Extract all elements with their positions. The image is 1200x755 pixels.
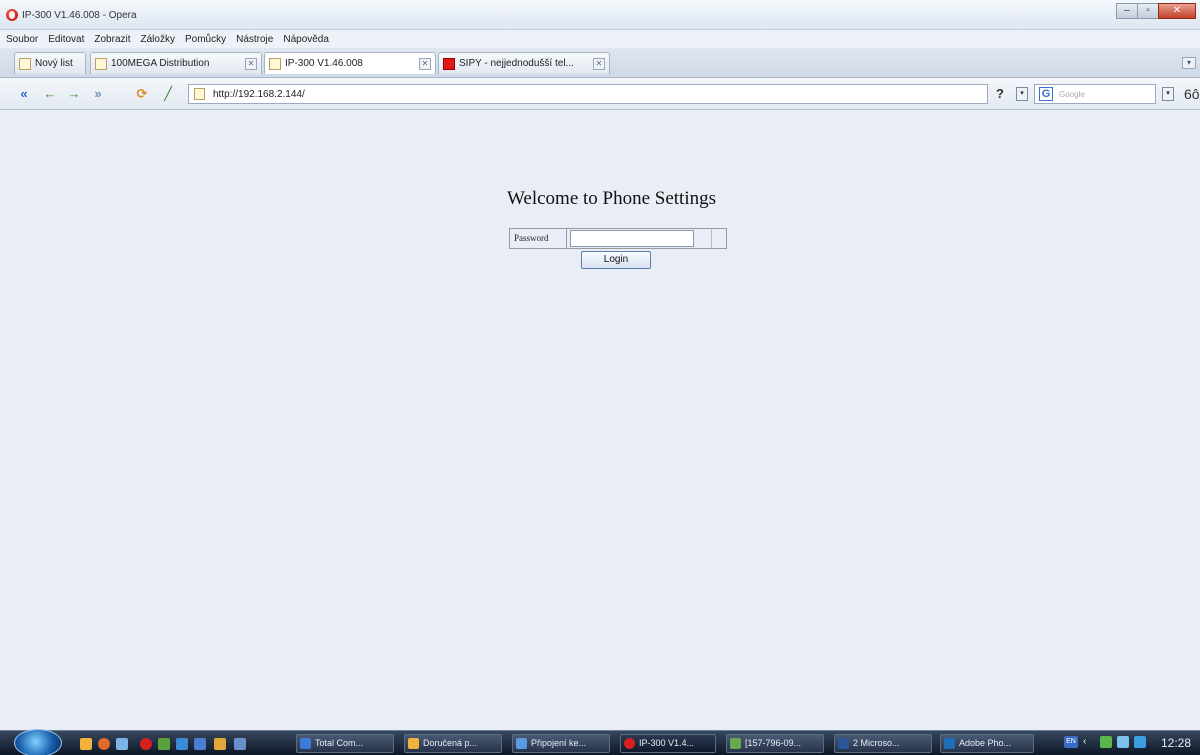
password-field[interactable]	[570, 230, 694, 247]
fast-forward-icon[interactable]: »	[90, 86, 106, 102]
menu-bar: Soubor Editovat Zobrazit Záložky Pomůcky…	[0, 30, 1200, 48]
tab-new-page[interactable]: Nový list	[14, 52, 86, 74]
chevron-left-icon[interactable]: ‹	[1083, 736, 1095, 748]
search-placeholder: Google	[1059, 90, 1085, 99]
back-icon[interactable]: ←	[42, 86, 58, 102]
quicklaunch-icon[interactable]	[98, 738, 110, 750]
opera-icon	[624, 738, 635, 749]
mail-icon	[408, 738, 419, 749]
page-content: Welcome to Phone Settings Password Login	[0, 110, 1200, 730]
sipy-favicon	[443, 57, 455, 70]
network-icon	[516, 738, 527, 749]
volume-icon[interactable]	[1117, 736, 1129, 748]
reload-icon[interactable]: ⟳	[134, 86, 150, 102]
taskbar-item-label: Doručená p...	[423, 738, 478, 748]
quicklaunch-icon[interactable]	[176, 738, 188, 750]
menu-file[interactable]: Soubor	[6, 34, 38, 45]
quicklaunch-icon[interactable]	[80, 738, 92, 750]
total-commander-icon	[300, 738, 311, 749]
close-tab-icon[interactable]: ✕	[593, 58, 605, 70]
taskbar-item[interactable]: [157-796-09...	[726, 734, 824, 753]
help-icon[interactable]: ?	[996, 86, 1004, 101]
taskbar: Total Com... Doručená p... Připojení ke.…	[0, 729, 1200, 755]
search-dropdown-icon[interactable]: ▾	[1162, 87, 1174, 101]
tray-app-icon[interactable]	[1134, 736, 1146, 748]
taskbar-item-label: [157-796-09...	[745, 738, 802, 748]
quicklaunch-icon[interactable]	[140, 738, 152, 750]
google-search-icon: G	[1039, 87, 1053, 101]
tab-label: IP-300 V1.46.008	[285, 58, 363, 69]
taskbar-item[interactable]: Připojení ke...	[512, 734, 610, 753]
zoom-icon[interactable]: 6ô	[1184, 86, 1200, 102]
close-tab-icon[interactable]: ✕	[245, 58, 257, 70]
empty-cell	[712, 229, 726, 248]
menu-widgets[interactable]: Pomůcky	[185, 34, 226, 45]
page-title: Welcome to Phone Settings	[506, 188, 717, 209]
system-tray: EN ‹	[1064, 736, 1151, 748]
tab-100mega[interactable]: 100MEGA Distribution ✕	[90, 52, 262, 74]
chat-icon	[730, 738, 741, 749]
network-tray-icon[interactable]	[1100, 736, 1112, 748]
quicklaunch-icon[interactable]	[116, 738, 128, 750]
tab-ip300[interactable]: IP-300 V1.46.008 ✕	[264, 52, 436, 74]
menu-edit[interactable]: Editovat	[48, 34, 84, 45]
clock[interactable]: 12:28	[1161, 736, 1191, 750]
url-text[interactable]: http://192.168.2.144/	[213, 89, 305, 100]
language-indicator[interactable]: EN	[1064, 736, 1078, 748]
taskbar-item-label: Adobe Pho...	[959, 738, 1012, 748]
quicklaunch-icon[interactable]	[158, 738, 170, 750]
edit-pen-icon[interactable]: ╱	[160, 86, 176, 102]
window-controls: – ▫ ✕	[1116, 3, 1196, 19]
tab-label: 100MEGA Distribution	[111, 58, 210, 69]
rewind-icon[interactable]: «	[16, 86, 32, 102]
tab-sipy[interactable]: SIPY - nejjednodušší tel... ✕	[438, 52, 610, 74]
menu-tools[interactable]: Nástroje	[236, 34, 273, 45]
taskbar-item[interactable]: 2 Microso...	[834, 734, 932, 753]
new-page-icon	[19, 57, 31, 70]
menu-view[interactable]: Zobrazit	[94, 34, 130, 45]
window-title: IP-300 V1.46.008 - Opera	[22, 10, 137, 21]
tab-menu-icon[interactable]: ▾	[1182, 57, 1196, 69]
close-window-button[interactable]: ✕	[1158, 3, 1196, 19]
word-icon	[838, 738, 849, 749]
close-tab-icon[interactable]: ✕	[419, 58, 431, 70]
title-bar: IP-300 V1.46.008 - Opera – ▫ ✕	[0, 0, 1200, 30]
taskbar-item[interactable]: Total Com...	[296, 734, 394, 753]
menu-bookmarks[interactable]: Záložky	[141, 34, 175, 45]
tab-bar: Nový list 100MEGA Distribution ✕ IP-300 …	[0, 48, 1200, 78]
page-icon	[269, 57, 281, 70]
minimize-button[interactable]: –	[1116, 3, 1138, 19]
menu-help[interactable]: Nápověda	[283, 34, 329, 45]
taskbar-item-active[interactable]: IP-300 V1.4...	[620, 734, 716, 753]
start-button[interactable]	[14, 729, 62, 755]
password-cell	[567, 229, 712, 248]
photoshop-icon	[944, 738, 955, 749]
taskbar-item[interactable]: Doručená p...	[404, 734, 502, 753]
taskbar-item[interactable]: Adobe Pho...	[940, 734, 1034, 753]
opera-logo-icon	[6, 9, 18, 21]
quicklaunch-icon[interactable]	[194, 738, 206, 750]
taskbar-item-label: Připojení ke...	[531, 738, 587, 748]
taskbar-item-label: 2 Microso...	[853, 738, 900, 748]
maximize-button[interactable]: ▫	[1137, 3, 1159, 19]
login-button[interactable]: Login	[581, 251, 651, 269]
login-form: Password	[509, 228, 727, 249]
taskbar-item-label: IP-300 V1.4...	[639, 738, 695, 748]
search-box[interactable]: G Google	[1034, 84, 1156, 104]
address-bar[interactable]: http://192.168.2.144/	[188, 84, 988, 104]
forward-icon[interactable]: →	[66, 86, 82, 102]
password-label: Password	[510, 229, 567, 248]
quicklaunch-icon[interactable]	[234, 738, 246, 750]
dropdown-icon[interactable]: ▾	[1016, 87, 1028, 101]
navigation-bar: « ← → » ⟳ ╱ http://192.168.2.144/ ? ▾ G …	[0, 78, 1200, 110]
tab-label: Nový list	[35, 58, 73, 69]
tab-label: SIPY - nejjednodušší tel...	[459, 58, 574, 69]
page-icon	[95, 57, 107, 70]
page-icon	[194, 88, 205, 100]
taskbar-item-label: Total Com...	[315, 738, 364, 748]
quicklaunch-icon[interactable]	[214, 738, 226, 750]
